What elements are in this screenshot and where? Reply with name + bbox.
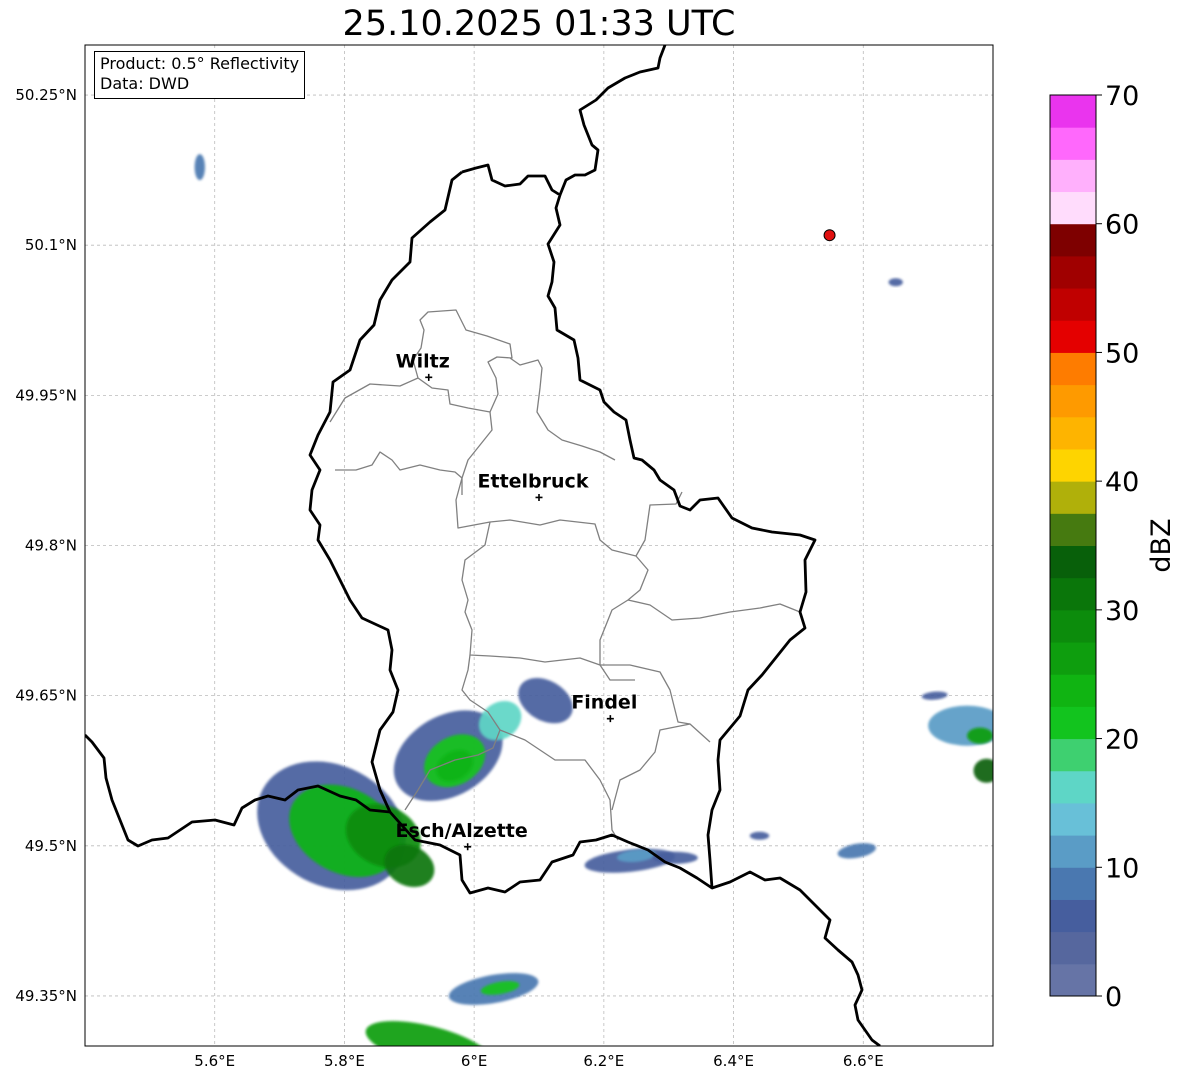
colorbar-tick-label: 10 [1105,853,1139,884]
lat-tick-label: 49.65°N [15,687,77,705]
colorbar-segment [1050,545,1096,579]
radar-echo [837,843,877,859]
colorbar-segment [1050,416,1096,450]
colorbar-segment [1050,95,1096,128]
lat-tick-label: 49.5°N [25,837,77,855]
lon-tick-label: 5.6°E [194,1052,235,1070]
radar-echo [518,677,573,724]
colorbar-segment [1050,899,1096,933]
lon-tick-label: 6°E [461,1052,488,1070]
france-germany-border [711,870,881,1046]
colorbar-segment [1050,706,1096,740]
colorbar-tick-label: 30 [1105,596,1139,627]
colorbar-segment [1050,255,1096,289]
lat-tick-label: 49.35°N [15,987,77,1005]
colorbar: 0 10 20 30 40 50 60 70 dBZ [1049,81,1177,1013]
germany-belgium-border [558,45,667,196]
colorbar-segment [1050,931,1096,965]
colorbar-segment [1050,481,1096,514]
data-source-label: Data: DWD [100,74,190,93]
city-label: Ettelbruck [478,470,589,492]
colorbar-segment [1050,577,1096,611]
city-marker-icon [606,715,614,723]
colorbar-segment [1050,770,1096,804]
lon-tick-label: 6.4°E [713,1052,754,1070]
colorbar-segment [1050,127,1096,160]
radar-map: 50.25°N 50.1°N 49.95°N 49.8°N 49.65°N 49.5°N 4… [15,44,1177,1070]
colorbar-segment [1050,738,1096,772]
longitude-axis: 5.6°E 5.8°E 6°E 6.2°E 6.4°E 6.6°E [194,1052,883,1070]
city-marker-icon [535,493,543,501]
radar-echo-layer [194,154,993,1046]
lat-tick-label: 49.95°N [15,386,77,404]
radar-echo [749,831,770,840]
canton-border-clervaux-vianden [509,357,616,461]
colorbar-segment [1050,191,1096,225]
colorbar-tick-label: 0 [1105,982,1122,1013]
colorbar-segment [1050,159,1096,193]
colorbar-tick-label: 40 [1105,467,1139,498]
radar-echo [973,758,993,783]
colorbar-tick-label: 20 [1105,725,1139,756]
colorbar-segment [1050,384,1096,418]
radar-echo [967,727,993,744]
city-marker-icon [425,373,433,381]
colorbar-segment [1050,609,1096,643]
colorbar-tick-label: 70 [1105,81,1139,112]
canton-border-north-link [329,377,419,423]
colorbar-segment [1050,963,1096,997]
lon-tick-label: 6.6°E [843,1052,884,1070]
city-label: Esch/Alzette [396,820,528,842]
city-label: Wiltz [396,350,450,372]
colorbar-segment [1050,835,1096,868]
latitude-axis: 50.25°N 50.1°N 49.95°N 49.8°N 49.65°N 49.5°N 4… [15,86,77,1005]
colorbar-segment [1050,674,1096,707]
lon-tick-label: 5.8°E [324,1052,365,1070]
map-grid [85,45,993,1046]
info-box: Product: 0.5° Reflectivity Data: DWD [94,51,306,99]
axes-frame [84,44,994,1047]
lat-tick-label: 50.25°N [15,86,77,104]
lon-tick-label: 6.2°E [583,1052,624,1070]
colorbar-tick-label: 50 [1105,338,1139,369]
radar-site [823,229,836,242]
lat-tick-label: 49.8°N [25,537,77,555]
colorbar-segment [1050,513,1096,546]
colorbar-segment [1050,352,1096,386]
colorbar-segment [1050,223,1096,257]
radar-site-marker [823,229,836,242]
colorbar-segment [1050,642,1096,675]
colorbar-segment [1050,288,1096,321]
canton-border-remich [611,723,711,811]
product-label: Product: 0.5° Reflectivity [100,54,300,73]
colorbar-segment [1050,802,1096,836]
radar-echo [194,154,205,181]
canton-border-east [627,599,801,621]
city-marker-icon [464,843,472,851]
colorbar-segment [1050,867,1096,900]
radar-echo [888,278,903,287]
lat-tick-label: 50.1°N [25,236,77,254]
colorbar-label: dBZ [1146,518,1177,572]
colorbar-segment [1050,448,1096,482]
radar-echo [921,691,948,700]
canton-border-west [335,451,463,495]
colorbar-segment [1050,320,1096,353]
colorbar-tick-label: 60 [1105,210,1139,241]
radar-echo [928,705,993,746]
city-label: Findel [571,692,637,714]
